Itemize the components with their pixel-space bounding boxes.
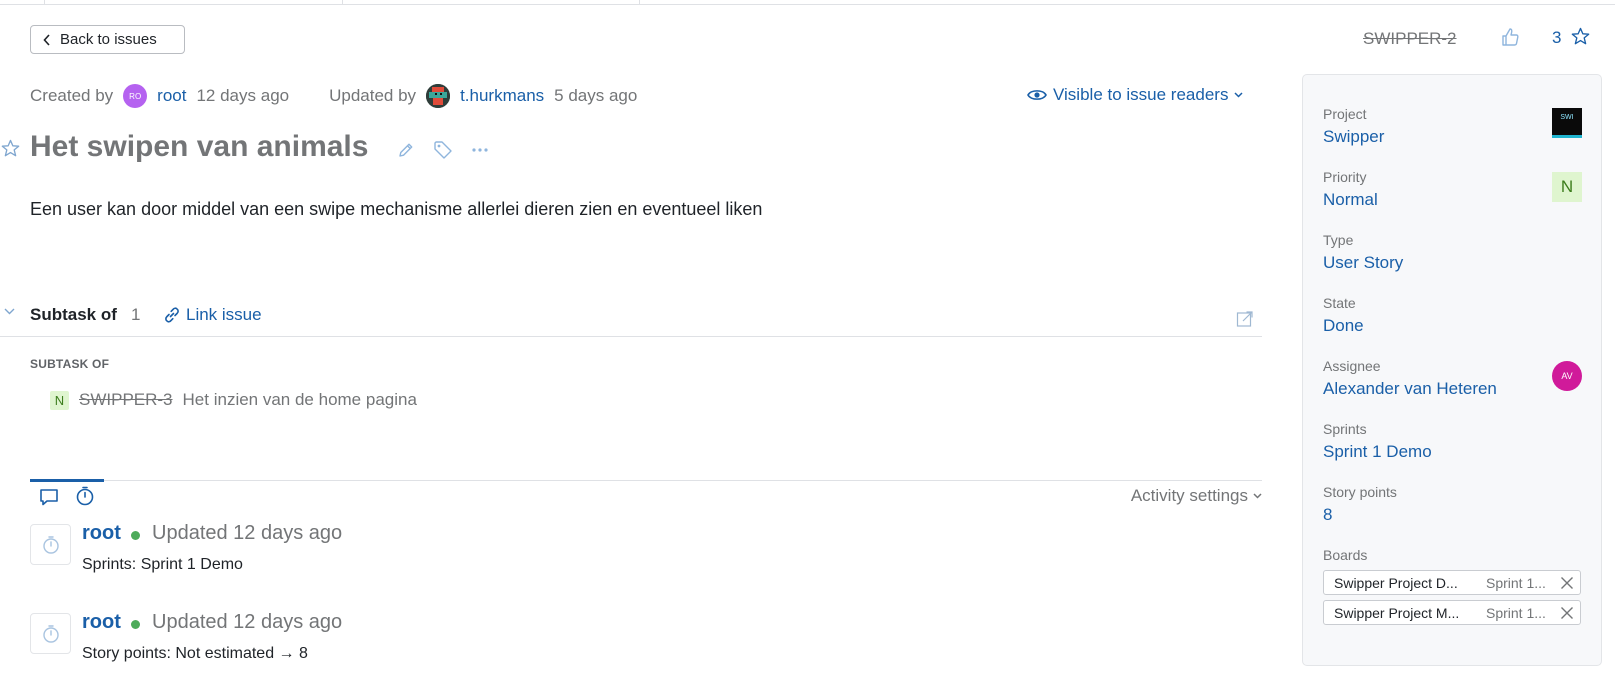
field-priority: Priority Normal: [1323, 169, 1378, 210]
more-options-icon[interactable]: [471, 147, 489, 153]
chevron-down-icon: [1234, 92, 1243, 98]
field-project: Project Swipper: [1323, 106, 1384, 147]
issue-description: Een user kan door middel van een swipe m…: [30, 199, 763, 219]
links-group-label: SUBTASK OF: [30, 357, 110, 371]
creator-link[interactable]: root: [157, 86, 186, 106]
avatar[interactable]: [426, 84, 451, 108]
online-status-dot: [131, 531, 140, 540]
story-points-value[interactable]: 8: [1323, 505, 1397, 525]
activity-author[interactable]: root: [82, 522, 121, 545]
chevron-left-icon: [43, 33, 51, 46]
sprints-value[interactable]: Sprint 1 Demo: [1323, 442, 1432, 462]
tab-divider: [44, 0, 45, 5]
field-label: Boards: [1323, 547, 1368, 563]
avatar[interactable]: RO: [123, 84, 148, 108]
title-toolbar: [397, 140, 489, 160]
links-section-header: Subtask of 1 Link issue: [0, 297, 1262, 337]
created-by-label: Created by: [30, 86, 114, 105]
updated-by-label: Updated by: [329, 86, 417, 105]
tag-icon[interactable]: [433, 140, 453, 160]
project-value[interactable]: Swipper: [1323, 127, 1384, 147]
linked-issue-id[interactable]: SWIPPER-3: [79, 390, 173, 410]
active-tab-indicator: [30, 479, 104, 482]
assignee-value[interactable]: Alexander van Heteren: [1323, 379, 1497, 399]
vote-count[interactable]: 3: [1552, 28, 1561, 48]
links-count: 1: [131, 305, 141, 324]
back-to-issues-button[interactable]: Back to issues: [30, 25, 185, 54]
comment-icon[interactable]: [39, 488, 59, 506]
board-name: Swipper Project M...: [1334, 604, 1460, 621]
field-label: Assignee: [1323, 358, 1381, 374]
activity-entry: root Updated 12 days ago Sprints: Sprint…: [30, 522, 1230, 594]
board-name: Swipper Project D...: [1334, 574, 1458, 591]
chevron-down-icon: [1253, 493, 1262, 499]
activity-tabs: Activity settings: [30, 479, 1262, 511]
board-chip[interactable]: Swipper Project D... Sprint 1...: [1323, 570, 1581, 595]
state-value[interactable]: Done: [1323, 316, 1364, 336]
board-sprint: Sprint 1...: [1486, 574, 1546, 591]
visibility-dropdown[interactable]: Visible to issue readers: [1027, 85, 1243, 105]
open-in-new-icon[interactable]: [1236, 310, 1254, 328]
created-time: 12 days ago: [196, 86, 290, 105]
visibility-label: Visible to issue readers: [1053, 85, 1229, 104]
field-label: State: [1323, 295, 1356, 311]
activity-author[interactable]: root: [82, 611, 121, 634]
history-icon[interactable]: [75, 486, 95, 506]
avatar[interactable]: AV: [1552, 361, 1582, 391]
issue-meta: Created by RO root 12 days ago Updated b…: [30, 83, 637, 109]
field-type: Type User Story: [1323, 232, 1403, 273]
activity-change: Story points: Not estimated → 8: [82, 645, 308, 662]
field-state: State Done: [1323, 295, 1364, 336]
issue-fields-sidebar: Project Swipper SWI Priority Normal N Ty…: [1302, 74, 1602, 666]
board-chip[interactable]: Swipper Project M... Sprint 1...: [1323, 600, 1581, 625]
activity-time: Updated 12 days ago: [152, 522, 343, 544]
close-icon[interactable]: [1560, 606, 1574, 620]
star-icon[interactable]: [1571, 27, 1590, 46]
links-section-title: Subtask of: [30, 305, 117, 324]
online-status-dot: [131, 620, 140, 629]
project-logo: SWI: [1552, 108, 1582, 138]
linked-issue-summary[interactable]: Het inzien van de home pagina: [183, 390, 417, 410]
pencil-icon[interactable]: [397, 141, 415, 159]
issue-title: Het swipen van animals: [30, 130, 369, 163]
type-value[interactable]: User Story: [1323, 253, 1403, 273]
updater-link[interactable]: t.hurkmans: [460, 86, 544, 106]
chevron-down-icon[interactable]: [4, 308, 15, 315]
back-to-issues-label: Back to issues: [60, 31, 157, 48]
activity-change: Sprints: Sprint 1 Demo: [82, 556, 243, 573]
activity-entry: root Updated 12 days ago Story points: N…: [30, 611, 1230, 683]
activity-settings-dropdown[interactable]: Activity settings: [1131, 486, 1262, 506]
link-issue-button[interactable]: Link issue: [163, 305, 262, 325]
eye-icon: [1027, 88, 1047, 102]
list-item[interactable]: N SWIPPER-3 Het inzien van de home pagin…: [50, 390, 417, 410]
field-assignee: Assignee Alexander van Heteren: [1323, 358, 1497, 399]
priority-value[interactable]: Normal: [1323, 190, 1378, 210]
field-sprints: Sprints Sprint 1 Demo: [1323, 421, 1432, 462]
tab-divider: [639, 0, 640, 5]
link-icon: [163, 306, 181, 324]
field-label: Sprints: [1323, 421, 1367, 437]
field-story-points: Story points 8: [1323, 484, 1397, 525]
close-icon[interactable]: [1560, 576, 1574, 590]
star-icon[interactable]: [1, 139, 20, 158]
top-tab-strip: [0, 0, 1615, 5]
field-label: Story points: [1323, 484, 1397, 500]
issue-id: SWIPPER-2: [1363, 29, 1457, 48]
field-label: Type: [1323, 232, 1354, 248]
field-boards: Boards: [1323, 547, 1367, 563]
link-issue-label: Link issue: [186, 305, 262, 324]
activity-settings-label: Activity settings: [1130, 486, 1248, 505]
activity-time: Updated 12 days ago: [152, 611, 343, 633]
history-icon: [30, 524, 71, 565]
updated-time: 5 days ago: [554, 86, 638, 105]
priority-badge: N: [50, 390, 69, 410]
tab-divider: [342, 0, 343, 5]
thumbs-up-icon[interactable]: [1500, 27, 1520, 47]
history-icon: [30, 613, 71, 654]
board-sprint: Sprint 1...: [1486, 604, 1546, 621]
priority-badge: N: [1552, 172, 1582, 202]
field-label: Project: [1323, 106, 1367, 122]
field-label: Priority: [1323, 169, 1367, 185]
